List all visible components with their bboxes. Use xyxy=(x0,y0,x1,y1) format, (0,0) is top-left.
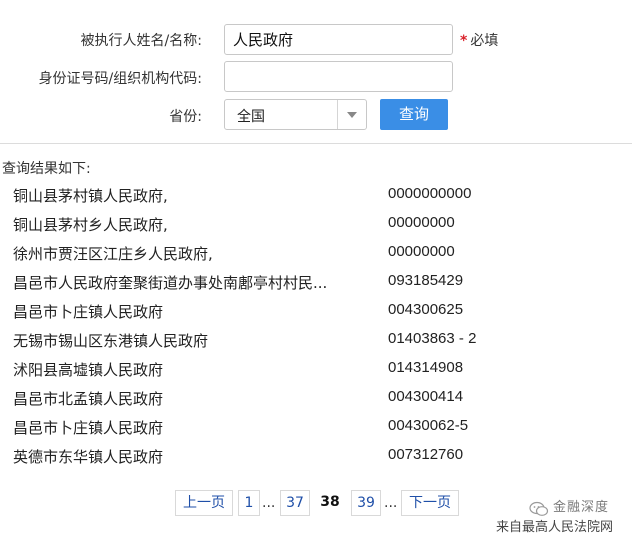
page-39-link[interactable]: 39 xyxy=(351,490,381,516)
result-code: 007312760 xyxy=(388,446,464,463)
table-row[interactable]: 铜山县茅村镇人民政府, 0000000000 xyxy=(0,181,640,210)
result-code: 00000000 xyxy=(388,214,455,231)
pagination-ellipsis: ... xyxy=(384,495,398,511)
watermark-source: 来自最高人民法院网 xyxy=(496,520,614,535)
table-row[interactable]: 无锡市锡山区东港镇人民政府 01403863 - 2 xyxy=(0,326,640,355)
required-note: * 必填 xyxy=(460,30,498,50)
result-name[interactable]: 沭阳县高墟镇人民政府 xyxy=(13,359,353,380)
table-row[interactable]: 英德市东华镇人民政府 007312760 xyxy=(0,442,640,471)
province-label: 省份: xyxy=(169,109,202,125)
table-row[interactable]: 铜山县茅村乡人民政府, 00000000 xyxy=(0,210,640,239)
page-1-link[interactable]: 1 xyxy=(238,490,260,516)
prev-page-button[interactable]: 上一页 xyxy=(175,490,233,516)
result-name[interactable]: 徐州市贾汪区江庄乡人民政府, xyxy=(13,243,353,264)
result-name[interactable]: 铜山县茅村镇人民政府, xyxy=(13,185,353,206)
required-text: 必填 xyxy=(470,33,499,49)
result-code: 093185429 xyxy=(388,272,464,289)
table-row[interactable]: 沭阳县高墟镇人民政府 014314908 xyxy=(0,355,640,384)
result-code: 00430062-5 xyxy=(388,417,469,434)
table-row[interactable]: 昌邑市卜庄镇人民政府 00430062-5 xyxy=(0,413,640,442)
current-page: 38 xyxy=(320,494,340,510)
result-name[interactable]: 昌邑市北孟镇人民政府 xyxy=(13,388,353,409)
result-name[interactable]: 昌邑市人民政府奎聚街道办事处南鄌亭村村民... xyxy=(13,272,353,293)
result-code: 014314908 xyxy=(388,359,464,376)
result-code: 004300625 xyxy=(388,301,464,318)
results-title: 查询结果如下: xyxy=(2,161,91,177)
select-arrow-box[interactable] xyxy=(337,100,366,129)
result-name[interactable]: 铜山县茅村乡人民政府, xyxy=(13,214,353,235)
result-code: 004300414 xyxy=(388,388,464,405)
table-row[interactable]: 徐州市贾汪区江庄乡人民政府, 00000000 xyxy=(0,239,640,268)
province-select[interactable]: 全国 xyxy=(224,99,367,130)
page-37-link[interactable]: 37 xyxy=(280,490,310,516)
id-input[interactable] xyxy=(224,61,453,92)
divider xyxy=(0,143,632,144)
next-page-button[interactable]: 下一页 xyxy=(401,490,459,516)
name-label: 被执行人姓名/名称: xyxy=(80,33,202,49)
table-row[interactable]: 昌邑市人民政府奎聚街道办事处南鄌亭村村民... 093185429 xyxy=(0,268,640,297)
result-name[interactable]: 昌邑市卜庄镇人民政府 xyxy=(13,301,353,322)
result-code: 00000000 xyxy=(388,243,455,260)
table-row[interactable]: 昌邑市北孟镇人民政府 004300414 xyxy=(0,384,640,413)
pagination-ellipsis: ... xyxy=(262,495,276,511)
chevron-down-icon xyxy=(347,112,357,118)
search-button[interactable]: 查询 xyxy=(380,99,448,130)
result-code: 01403863 - 2 xyxy=(388,330,477,347)
table-row[interactable]: 昌邑市卜庄镇人民政府 004300625 xyxy=(0,297,640,326)
name-input[interactable] xyxy=(224,24,453,55)
id-label: 身份证号码/组织机构代码: xyxy=(38,71,202,87)
result-name[interactable]: 昌邑市卜庄镇人民政府 xyxy=(13,417,353,438)
watermark-brand: 金融深度 xyxy=(553,500,610,515)
result-name[interactable]: 英德市东华镇人民政府 xyxy=(13,446,353,467)
result-name[interactable]: 无锡市锡山区东港镇人民政府 xyxy=(13,330,353,351)
province-selected-value: 全国 xyxy=(237,109,265,125)
required-star: * xyxy=(460,33,468,49)
result-code: 0000000000 xyxy=(388,185,472,202)
